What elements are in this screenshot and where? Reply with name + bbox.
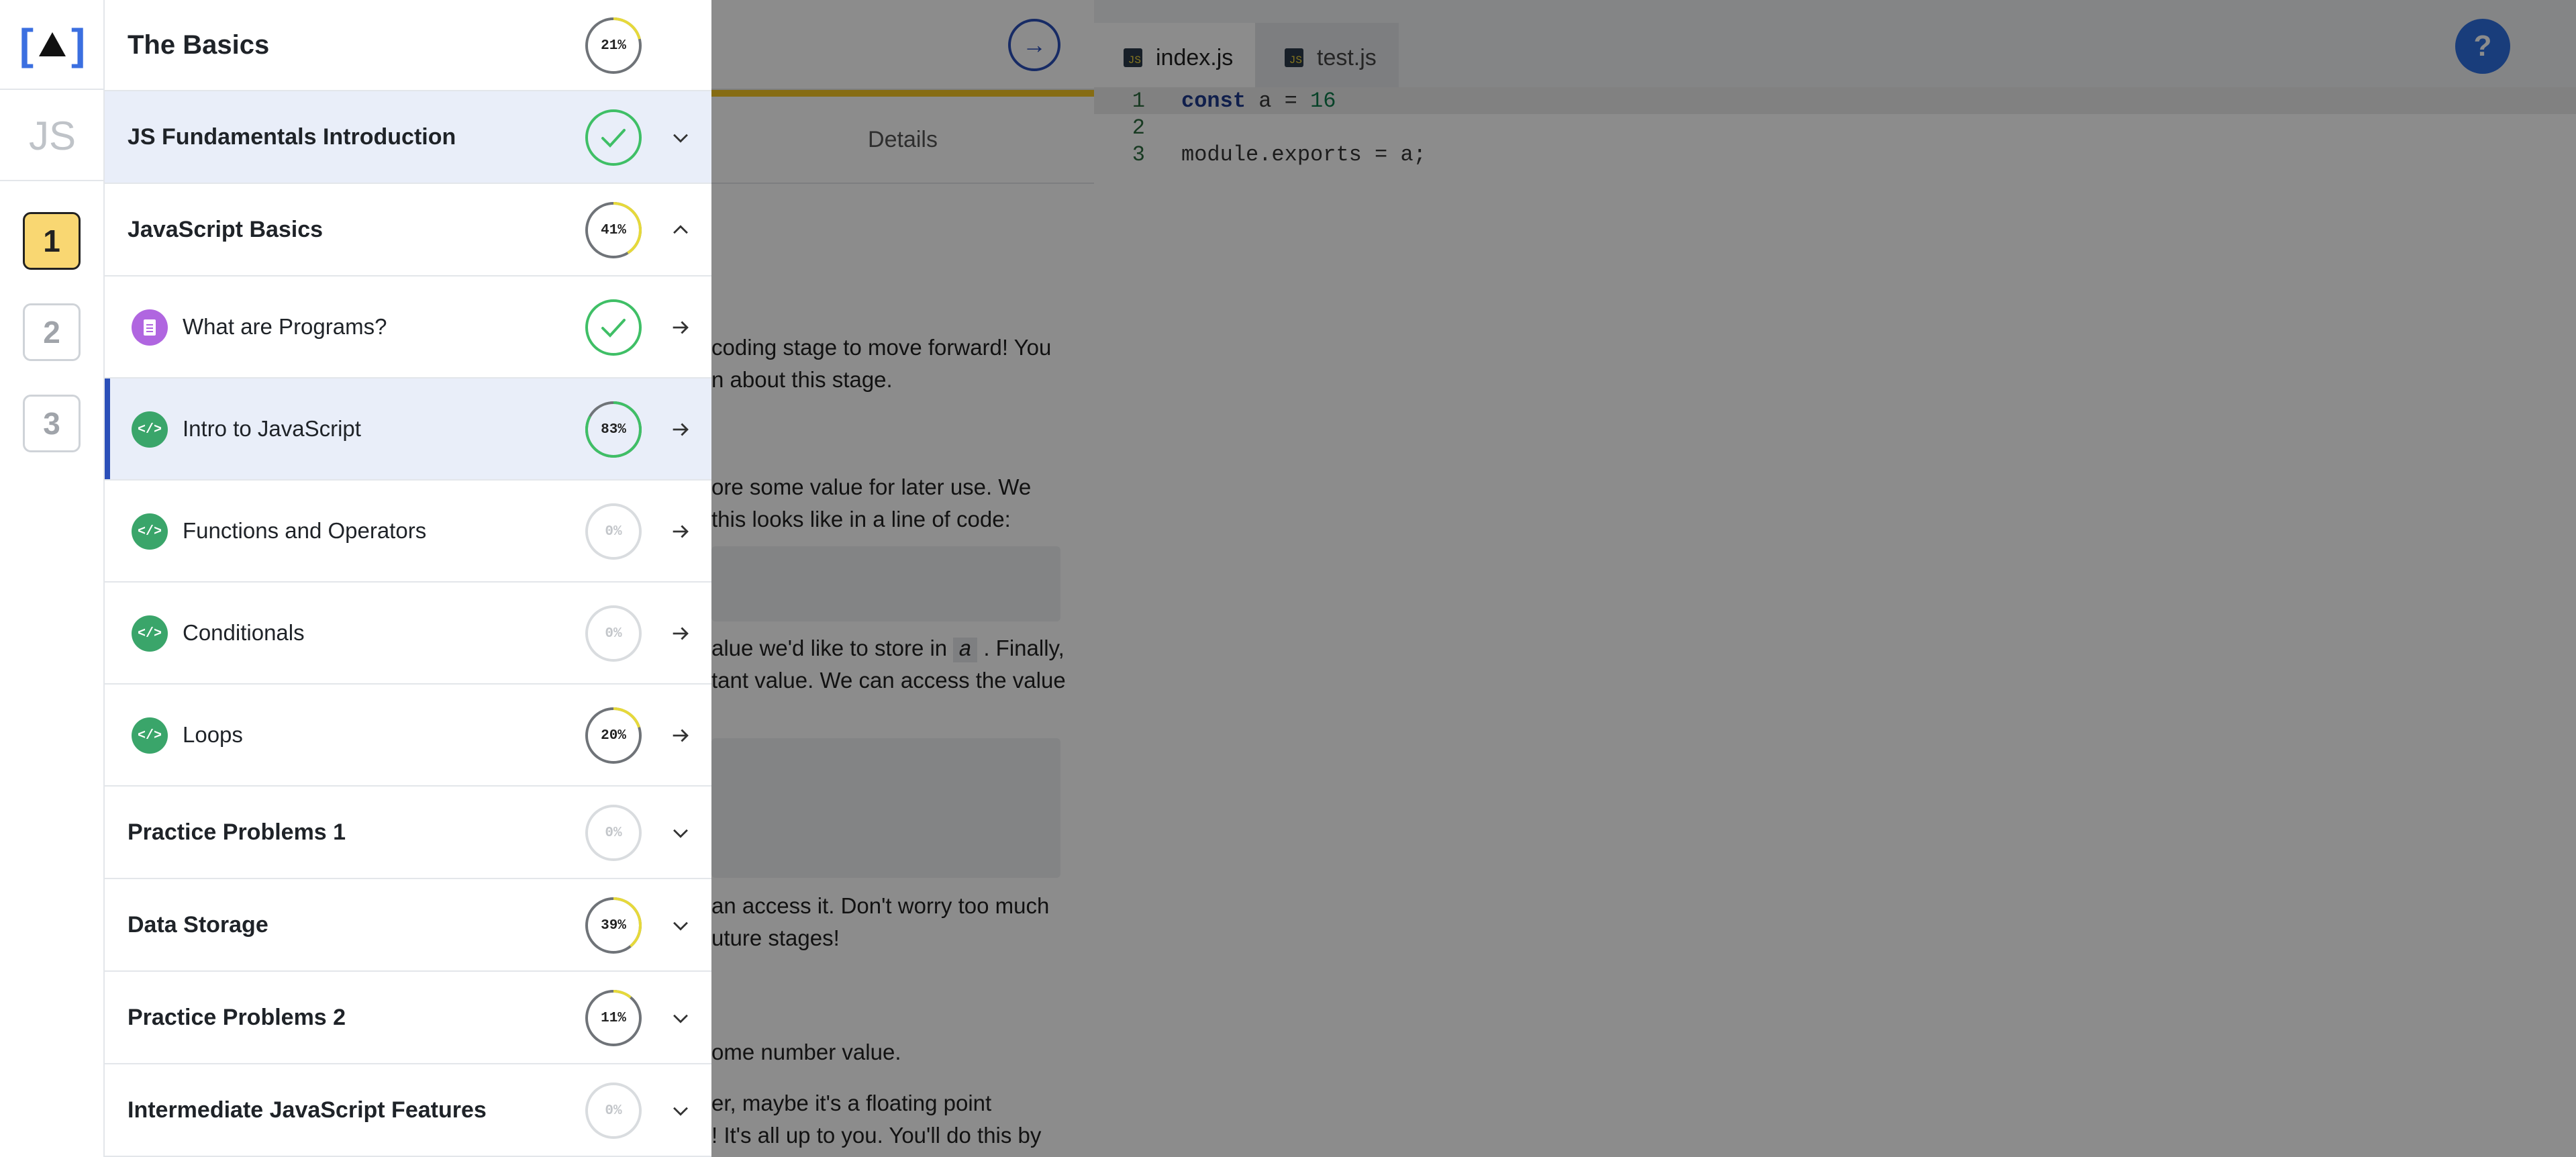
- lesson-title: Loops: [183, 722, 243, 747]
- progress-ring: 20%: [584, 706, 643, 765]
- lesson-title: Conditionals: [183, 620, 305, 645]
- arrow-right-icon[interactable]: [667, 416, 694, 443]
- module-row-practice-problems-1[interactable]: Practice Problems 1 0%: [105, 787, 711, 879]
- lesson-row-intro-to-javascript[interactable]: </> Intro to JavaScript 83%: [105, 379, 711, 481]
- course-nav-panel: The Basics 21% JS Fundamentals Introduct…: [105, 0, 711, 1157]
- progress-ring-track: [585, 109, 642, 166]
- progress-ring: 83%: [584, 400, 643, 459]
- section-title: The Basics: [128, 30, 270, 60]
- unit-button-3[interactable]: 3: [23, 395, 81, 452]
- chevron-down-icon[interactable]: [667, 1005, 694, 1032]
- module-title: JavaScript Basics: [128, 216, 324, 242]
- unit-button-2[interactable]: 2: [23, 303, 81, 361]
- progress-ring: 11%: [584, 989, 643, 1048]
- code-icon: </>: [132, 717, 168, 754]
- code-icon: </>: [132, 411, 168, 448]
- progress-ring: 41%: [584, 201, 643, 260]
- arrow-right-icon[interactable]: [667, 518, 694, 545]
- lesson-row-what-are-programs[interactable]: What are Programs?: [105, 276, 711, 379]
- document-icon: [132, 309, 168, 346]
- app-logo[interactable]: []: [0, 0, 105, 90]
- module-row-practice-problems-2[interactable]: Practice Problems 2 11%: [105, 972, 711, 1064]
- chevron-down-icon[interactable]: [667, 124, 694, 151]
- module-title: Intermediate JavaScript Features: [128, 1097, 487, 1123]
- chevron-up-icon[interactable]: [667, 217, 694, 244]
- lesson-row-loops[interactable]: </> Loops 20%: [105, 685, 711, 787]
- module-row-javascript-basics[interactable]: JavaScript Basics 41%: [105, 184, 711, 276]
- lesson-title: Intro to JavaScript: [183, 416, 361, 441]
- progress-ring: 0%: [584, 803, 643, 862]
- module-row-intermediate-js-features[interactable]: Intermediate JavaScript Features 0%: [105, 1064, 711, 1157]
- check-mark: [601, 129, 626, 148]
- lesson-row-functions-and-operators[interactable]: </> Functions and Operators 0%: [105, 481, 711, 583]
- arrow-right-icon[interactable]: [667, 722, 694, 749]
- module-title: Practice Problems 1: [128, 819, 346, 845]
- logo-icon: []: [19, 20, 86, 68]
- module-row-data-storage[interactable]: Data Storage 39%: [105, 879, 711, 972]
- chevron-down-icon[interactable]: [667, 912, 694, 939]
- module-title: Data Storage: [128, 911, 268, 938]
- section-header: The Basics 21%: [105, 0, 711, 91]
- unit-button-1[interactable]: 1: [23, 212, 81, 270]
- lesson-row-conditionals[interactable]: </> Conditionals 0%: [105, 583, 711, 685]
- progress-ring: 0%: [584, 502, 643, 561]
- arrow-right-icon[interactable]: [667, 620, 694, 647]
- language-badge: JS: [0, 91, 105, 181]
- check-mark: [601, 319, 626, 338]
- progress-ring: 21%: [584, 16, 643, 75]
- left-rail: [] JS 1 2 3: [0, 0, 105, 1157]
- module-row-js-fundamentals[interactable]: JS Fundamentals Introduction: [105, 91, 711, 184]
- selected-indicator: [105, 379, 110, 479]
- progress-ring: 39%: [584, 896, 643, 955]
- arrow-right-icon[interactable]: [667, 314, 694, 341]
- code-icon: </>: [132, 615, 168, 652]
- lesson-title: What are Programs?: [183, 314, 387, 339]
- progress-ring-track: [585, 299, 642, 356]
- module-title: Practice Problems 2: [128, 1004, 346, 1030]
- progress-ring: 0%: [584, 1081, 643, 1140]
- chevron-down-icon[interactable]: [667, 1097, 694, 1124]
- complete-check-icon: [584, 298, 643, 357]
- code-icon: </>: [132, 513, 168, 550]
- complete-check-icon: [584, 108, 643, 167]
- module-title: JS Fundamentals Introduction: [128, 123, 456, 150]
- progress-ring: 0%: [584, 604, 643, 663]
- chevron-down-icon[interactable]: [667, 819, 694, 846]
- lesson-title: Functions and Operators: [183, 518, 427, 543]
